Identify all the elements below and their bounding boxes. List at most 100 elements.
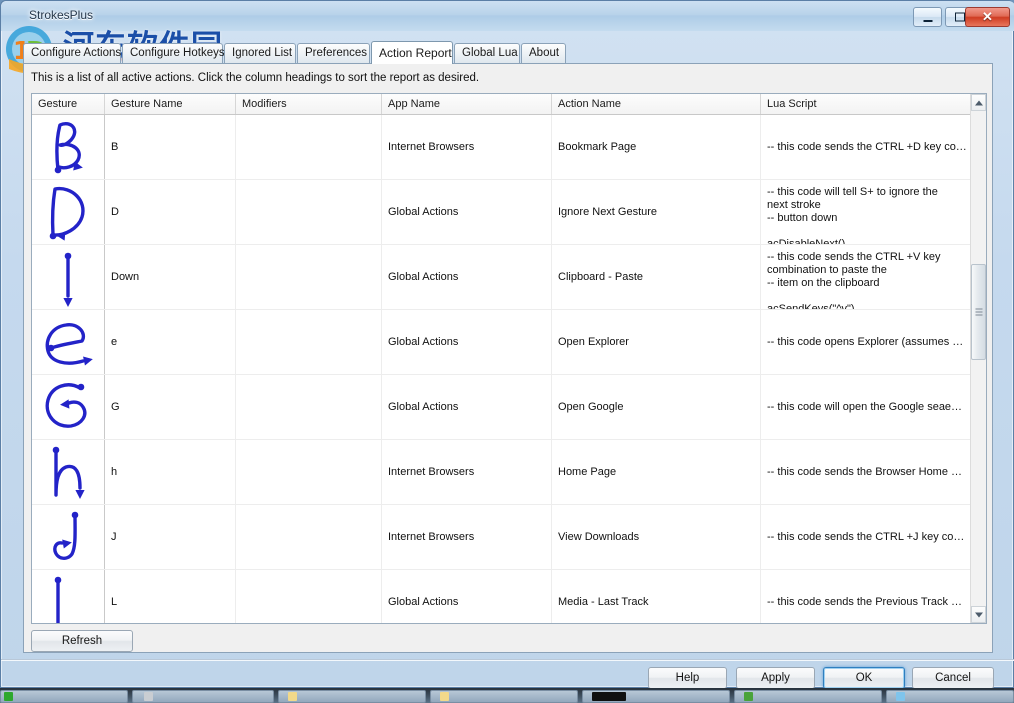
- taskbar-icon: [896, 692, 905, 701]
- cell-action-name: Media - Last Track: [552, 570, 761, 623]
- taskbar-icon: [4, 692, 13, 701]
- gesture-stroke-D: [32, 180, 105, 244]
- title-bar: StrokesPlus ✕: [1, 1, 1014, 31]
- close-button[interactable]: ✕: [965, 7, 1010, 27]
- column-header-lua-script[interactable]: Lua Script: [761, 94, 972, 114]
- cell-modifiers: [236, 440, 382, 504]
- grid-header-row: Gesture Gesture Name Modifiers App Name Acti…: [32, 94, 986, 115]
- ok-button[interactable]: OK: [823, 667, 905, 689]
- cell-app-name: Internet Browsers: [382, 440, 552, 504]
- cell-lua-script: -- this code sends the CTRL +V key combi…: [767, 251, 941, 309]
- chevron-down-icon: [974, 612, 983, 617]
- scrollbar-thumb[interactable]: [971, 264, 986, 360]
- cell-app-name: Global Actions: [382, 375, 552, 439]
- cell-app-name: Internet Browsers: [382, 115, 552, 179]
- cell-lua-script: -- this code opens Explorer (assumes …: [767, 335, 964, 348]
- grid-vertical-scrollbar[interactable]: [970, 94, 986, 623]
- taskbar-button[interactable]: [132, 690, 274, 703]
- tab-configure-hotkeys[interactable]: Configure Hotkeys: [122, 43, 225, 63]
- cell-action-name: Home Page: [552, 440, 761, 504]
- cell-lua-script: -- this code sends the Previous Track …: [767, 595, 963, 608]
- taskbar-button[interactable]: [0, 690, 128, 703]
- action-report-panel: This is a list of all active actions. Cl…: [23, 63, 993, 653]
- taskbar-icon: [288, 692, 297, 701]
- scroll-down-button[interactable]: [971, 606, 986, 623]
- cell-action-name: Open Google: [552, 375, 761, 439]
- taskbar-button[interactable]: [430, 690, 578, 703]
- column-header-gesture[interactable]: Gesture: [32, 94, 105, 114]
- column-header-action-name[interactable]: Action Name: [552, 94, 761, 114]
- cell-action-name: View Downloads: [552, 505, 761, 569]
- cell-modifiers: [236, 245, 382, 309]
- tab-global-lua[interactable]: Global Lua: [454, 43, 520, 63]
- cell-gesture-name: B: [105, 115, 236, 179]
- table-row[interactable]: L Global Actions Media - Last Track -- this…: [32, 570, 970, 623]
- column-header-app-name[interactable]: App Name: [382, 94, 552, 114]
- cell-app-name: Global Actions: [382, 570, 552, 623]
- cell-gesture-name: D: [105, 180, 236, 244]
- cell-lua-script: -- this code sends the Browser Home …: [767, 465, 963, 478]
- cell-action-name: Bookmark Page: [552, 115, 761, 179]
- grid-rows-viewport: B Internet Browsers Bookmark Page -- this c…: [32, 115, 970, 623]
- cell-app-name: Global Actions: [382, 310, 552, 374]
- cell-modifiers: [236, 115, 382, 179]
- cell-lua-script: -- this code will open the Google seae…: [767, 400, 963, 413]
- cell-gesture-name: Down: [105, 245, 236, 309]
- grip-icon: [975, 308, 982, 316]
- taskbar-icon: [440, 692, 449, 701]
- table-row[interactable]: D Global Actions Ignore Next Gesture -- thi…: [32, 180, 970, 245]
- column-header-gesture-name[interactable]: Gesture Name: [105, 94, 236, 114]
- table-row[interactable]: Down Global Actions Clipboard - Paste -- th…: [32, 245, 970, 310]
- cell-modifiers: [236, 570, 382, 623]
- taskbar-icon: [592, 692, 626, 701]
- tab-action-report[interactable]: Action Report: [371, 41, 453, 64]
- tab-preferences[interactable]: Preferences: [297, 43, 370, 63]
- cell-lua-script: -- this code sends the CTRL +D key co…: [767, 140, 967, 153]
- taskbar-icon: [744, 692, 753, 701]
- taskbar-button[interactable]: [734, 690, 882, 703]
- gesture-stroke-Down: [32, 245, 105, 309]
- cell-action-name: Ignore Next Gesture: [552, 180, 761, 244]
- table-row[interactable]: e Global Actions Open Explorer -- this code…: [32, 310, 970, 375]
- gesture-stroke-e: [32, 310, 105, 374]
- tab-about[interactable]: About: [521, 43, 566, 63]
- gesture-stroke-L: [32, 570, 105, 623]
- apply-button[interactable]: Apply: [736, 667, 815, 689]
- cell-gesture-name: e: [105, 310, 236, 374]
- tab-configure-actions[interactable]: Configure Actions: [23, 43, 121, 63]
- footer-divider: [1, 659, 1014, 660]
- cell-modifiers: [236, 375, 382, 439]
- cell-action-name: Open Explorer: [552, 310, 761, 374]
- gesture-stroke-J: [32, 505, 105, 569]
- cell-modifiers: [236, 505, 382, 569]
- taskbar-button[interactable]: [886, 690, 1014, 703]
- cell-app-name: Global Actions: [382, 245, 552, 309]
- taskbar-icon: [144, 692, 153, 701]
- table-row[interactable]: J Internet Browsers View Downloads -- this …: [32, 505, 970, 570]
- cell-gesture-name: L: [105, 570, 236, 623]
- column-header-modifiers[interactable]: Modifiers: [236, 94, 382, 114]
- refresh-button[interactable]: Refresh: [31, 630, 133, 652]
- cell-lua-script: -- this code will tell S+ to ignore the …: [767, 186, 938, 244]
- cell-gesture-name: G: [105, 375, 236, 439]
- scroll-up-button[interactable]: [971, 94, 986, 111]
- cell-gesture-name: h: [105, 440, 236, 504]
- cell-action-name: Clipboard - Paste: [552, 245, 761, 309]
- cell-gesture-name: J: [105, 505, 236, 569]
- table-row[interactable]: G Global Actions Open Google -- this code w…: [32, 375, 970, 440]
- panel-description: This is a list of all active actions. Cl…: [31, 72, 480, 84]
- cell-app-name: Internet Browsers: [382, 505, 552, 569]
- table-row[interactable]: B Internet Browsers Bookmark Page -- this c…: [32, 115, 970, 180]
- taskbar-button[interactable]: [278, 690, 426, 703]
- table-row[interactable]: h Internet Browsers Home Page -- this code …: [32, 440, 970, 505]
- tab-ignored-list[interactable]: Ignored List: [224, 43, 296, 63]
- chevron-up-icon: [974, 100, 983, 105]
- windows-taskbar: [0, 688, 1014, 703]
- cancel-button[interactable]: Cancel: [912, 667, 994, 689]
- minimize-button[interactable]: [913, 7, 942, 27]
- cell-app-name: Global Actions: [382, 180, 552, 244]
- window-title: StrokesPlus: [29, 8, 94, 22]
- gesture-stroke-G: [32, 375, 105, 439]
- gesture-stroke-B: [32, 115, 105, 179]
- help-button[interactable]: Help: [648, 667, 727, 689]
